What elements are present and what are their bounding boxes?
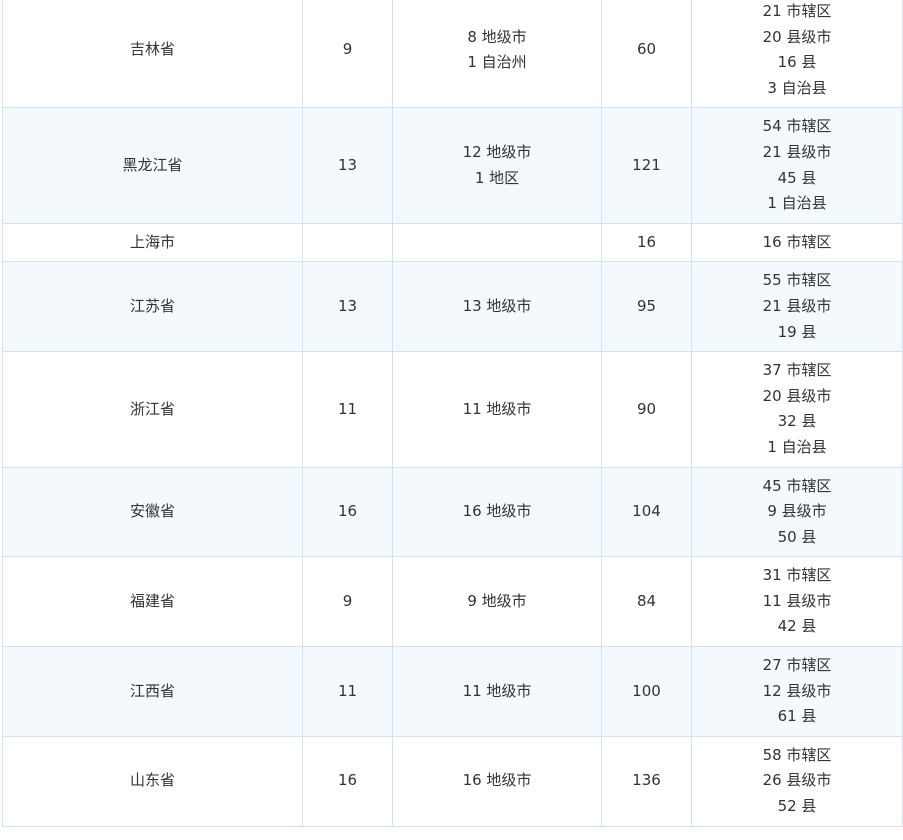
table-row: 福建省 9 9 地级市 84 31 市辖区 11 县级市 42 县 [2, 556, 903, 648]
county-types-cell-line: 61 县 [777, 707, 817, 726]
county-count-cell: 84 [601, 556, 692, 648]
county-types-cell: 31 市辖区 11 县级市 42 县 [691, 556, 903, 648]
county-types-cell: 21 市辖区 20 县级市 16 县 3 自治县 [691, 0, 903, 109]
county-count-cell: 60 [601, 0, 692, 109]
prefecture-types-cell: 8 地级市 1 自治州 [392, 0, 602, 109]
prefecture-types-cell-line: 11 地级市 [462, 399, 532, 418]
province-cell: 吉林省 [2, 0, 303, 109]
county-types-cell-line: 45 市辖区 [762, 476, 832, 495]
prefecture-types-cell-line: 1 自治州 [467, 53, 527, 72]
county-types-cell-line: 21 县级市 [762, 142, 832, 161]
county-types-cell-line: 11 县级市 [762, 591, 832, 610]
county-types-cell: 54 市辖区 21 县级市 45 县 1 自治县 [691, 107, 903, 224]
table-body: 吉林省 9 8 地级市 1 自治州 60 21 市辖区 20 县级市 16 县3 自治县 黑龙江… [2, 0, 903, 827]
table-row: 黑龙江省 13 12 地级市 1 地区 121 54 市辖区 21 县级市 45 县 1 自治县 [2, 107, 903, 224]
prefecture-count-cell: 9 [302, 0, 393, 109]
prefecture-count-cell [302, 222, 393, 263]
county-types-cell-line: 9 县级市 [767, 502, 827, 521]
prefecture-count-cell: 11 [302, 351, 393, 468]
prefecture-types-cell-line: 8 地级市 [467, 27, 527, 46]
county-count-cell: 16 [601, 222, 692, 263]
county-types-cell-line: 20 县级市 [762, 27, 832, 46]
table-row: 江苏省 13 13 地级市 95 55 市辖区 21 县级市 19 县 [2, 261, 903, 353]
prefecture-types-cell: 12 地级市 1 地区 [392, 107, 602, 224]
prefecture-types-cell: 16 地级市 [392, 735, 602, 827]
county-types-cell-line: 55 市辖区 [762, 271, 832, 290]
county-count-cell: 121 [601, 107, 692, 224]
province-cell: 黑龙江省 [2, 107, 303, 224]
county-types-cell-line: 1 自治县 [767, 437, 827, 456]
prefecture-count-cell: 16 [302, 466, 393, 558]
prefecture-types-cell: 16 地级市 [392, 466, 602, 558]
county-types-cell-line: 37 市辖区 [762, 361, 832, 380]
province-cell: 上海市 [2, 222, 303, 263]
county-count-cell: 100 [601, 646, 692, 737]
county-types-cell-line: 3 自治县 [767, 78, 827, 97]
county-types-cell: 55 市辖区 21 县级市 19 县 [691, 261, 903, 353]
prefecture-types-cell-line: 16 地级市 [462, 502, 532, 521]
county-types-cell-line: 16 市辖区 [762, 232, 832, 251]
table-row: 浙江省 11 11 地级市 90 37 市辖区 20 县级市 32 县 1 自治县 [2, 351, 903, 468]
county-count-cell: 90 [601, 351, 692, 468]
table-row: 吉林省 9 8 地级市 1 自治州 60 21 市辖区 20 县级市 16 县 3 自治县 [2, 0, 903, 109]
county-types-cell-line: 32 县 [777, 412, 817, 431]
county-types-cell-line: 20 县级市 [762, 386, 832, 405]
prefecture-types-cell-line: 13 地级市 [462, 296, 532, 315]
prefecture-count-cell: 16 [302, 735, 393, 827]
county-types-cell: 45 市辖区 9 县级市 50 县 [691, 466, 903, 558]
county-types-cell-line: 1 自治县 [767, 194, 827, 213]
county-types-cell-line: 50 县 [777, 527, 817, 546]
prefecture-types-cell: 11 地级市 [392, 646, 602, 737]
prefecture-types-cell [392, 222, 602, 263]
county-types-cell-line: 27 市辖区 [762, 656, 832, 675]
table-row: 安徽省 16 16 地级市 104 45 市辖区 9 县级市 50 县 [2, 466, 903, 558]
prefecture-types-cell: 9 地级市 [392, 556, 602, 648]
county-types-cell-line: 12 县级市 [762, 681, 832, 700]
county-types-cell-line: 26 县级市 [762, 771, 832, 790]
county-types-cell-line: 19 县 [777, 322, 817, 341]
county-types-cell: 58 市辖区 26 县级市 52 县 [691, 735, 903, 827]
prefecture-count-cell: 13 [302, 261, 393, 353]
prefecture-types-cell-line: 16 地级市 [462, 771, 532, 790]
prefecture-types-cell: 13 地级市 [392, 261, 602, 353]
prefecture-count-cell: 9 [302, 556, 393, 648]
province-cell: 浙江省 [2, 351, 303, 468]
division-table-container: 吉林省 9 8 地级市 1 自治州 60 21 市辖区 20 县级市 16 县3 自治县 黑龙江… [2, 0, 903, 827]
county-types-cell: 16 市辖区 [691, 222, 903, 263]
province-cell: 福建省 [2, 556, 303, 648]
prefecture-types-cell: 11 地级市 [392, 351, 602, 468]
prefecture-count-cell: 13 [302, 107, 393, 224]
prefecture-types-cell-line: 9 地级市 [467, 591, 527, 610]
county-types-cell-line: 21 市辖区 [762, 2, 832, 20]
administrative-division-table: 吉林省 9 8 地级市 1 自治州 60 21 市辖区 20 县级市 16 县3 自治县 黑龙江… [2, 0, 903, 827]
county-types-cell-line: 58 市辖区 [762, 745, 832, 764]
county-types-cell-line: 45 县 [777, 168, 817, 187]
province-cell: 安徽省 [2, 466, 303, 558]
county-types-cell-line: 16 县 [777, 53, 817, 72]
county-types-cell: 27 市辖区 12 县级市 61 县 [691, 646, 903, 737]
county-types-cell-line: 54 市辖区 [762, 117, 832, 136]
county-types-cell-line: 52 县 [777, 797, 817, 816]
table-row: 江西省 11 11 地级市 100 27 市辖区 12 县级市 61 县 [2, 646, 903, 737]
county-types-cell-line: 31 市辖区 [762, 566, 832, 585]
province-cell: 江西省 [2, 646, 303, 737]
prefecture-types-cell-line: 1 地区 [474, 168, 520, 187]
county-count-cell: 136 [601, 735, 692, 827]
county-types-cell-line: 42 县 [777, 617, 817, 636]
table-row: 上海市 16 16 市辖区 [2, 222, 903, 263]
county-types-cell: 37 市辖区 20 县级市 32 县 1 自治县 [691, 351, 903, 468]
prefecture-types-cell-line: 12 地级市 [462, 142, 532, 161]
county-count-cell: 104 [601, 466, 692, 558]
county-types-cell-line: 21 县级市 [762, 296, 832, 315]
table-row: 山东省 16 16 地级市 136 58 市辖区 26 县级市 52 县 [2, 735, 903, 827]
province-cell: 山东省 [2, 735, 303, 827]
prefecture-types-cell-line: 11 地级市 [462, 681, 532, 700]
province-cell: 江苏省 [2, 261, 303, 353]
county-count-cell: 95 [601, 261, 692, 353]
prefecture-count-cell: 11 [302, 646, 393, 737]
